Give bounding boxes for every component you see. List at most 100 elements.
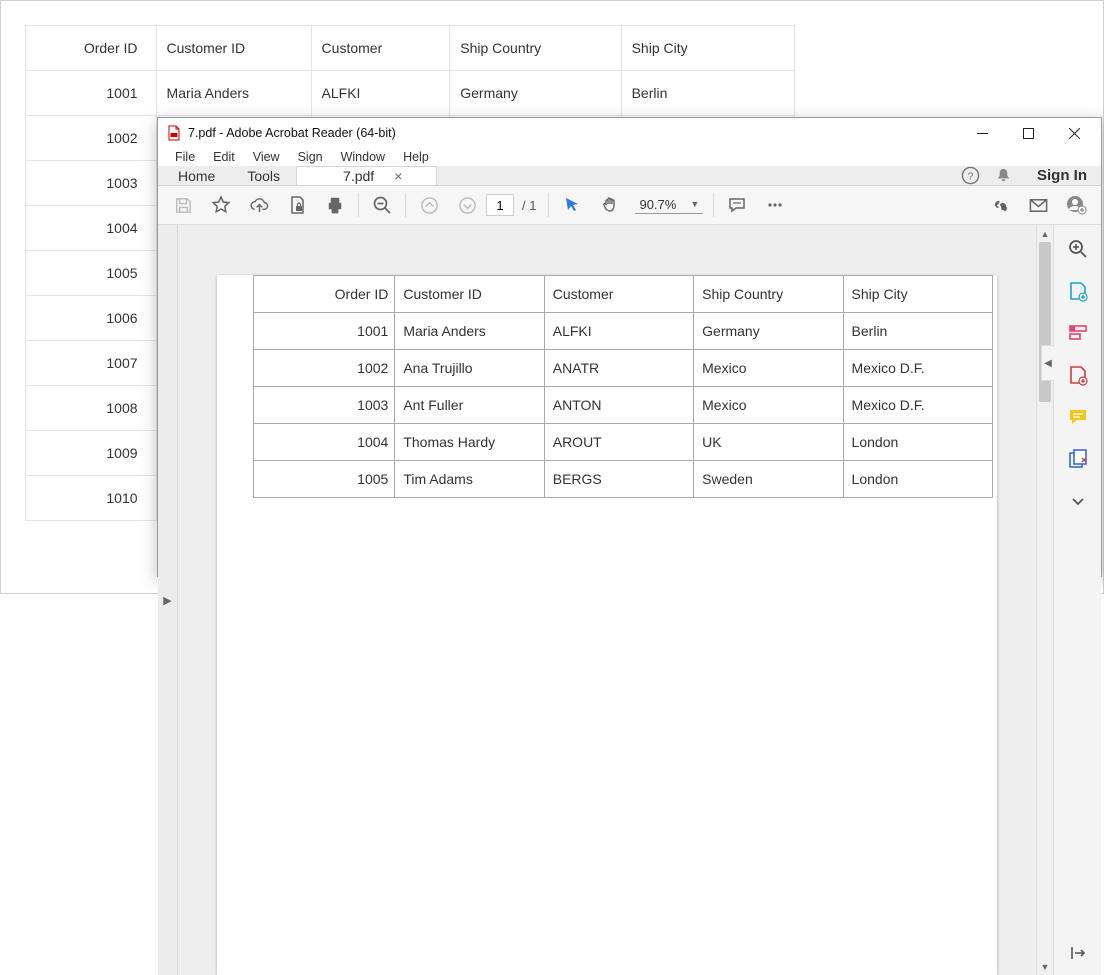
- svg-text:?: ?: [968, 171, 974, 182]
- close-button[interactable]: [1051, 118, 1097, 148]
- pdf-data-table: Order ID Customer ID Customer Ship Count…: [253, 275, 993, 498]
- tab-tools[interactable]: Tools: [231, 166, 296, 185]
- cell: Sweden: [694, 461, 843, 498]
- cell: London: [843, 424, 992, 461]
- cell: 1003: [254, 387, 395, 424]
- cell: Thomas Hardy: [395, 424, 544, 461]
- page-total-label: / 1: [514, 198, 544, 213]
- select-tool-icon[interactable]: [553, 186, 591, 224]
- table-row: 1001Maria AndersALFKIGermanyBerlin: [254, 313, 993, 350]
- comment-icon[interactable]: [718, 186, 756, 224]
- cell: 1007: [26, 341, 157, 386]
- cell: Tim Adams: [395, 461, 544, 498]
- pdf-page: Order ID Customer ID Customer Ship Count…: [217, 275, 997, 975]
- more-tools-icon[interactable]: [756, 186, 794, 224]
- titlebar: 7.pdf - Adobe Acrobat Reader (64-bit): [158, 118, 1101, 148]
- nav-pane-toggle[interactable]: ▶: [158, 225, 178, 975]
- cell: 1005: [254, 461, 395, 498]
- col-order-id: Order ID: [26, 26, 157, 71]
- cell: Berlin: [843, 313, 992, 350]
- cell: Mexico D.F.: [843, 350, 992, 387]
- vertical-scrollbar[interactable]: ▲ ▼: [1036, 225, 1053, 975]
- star-icon[interactable]: [202, 186, 240, 224]
- col-customer-id: Customer ID: [156, 26, 311, 71]
- hand-tool-icon[interactable]: [591, 186, 629, 224]
- right-tools-rail: ◀: [1053, 225, 1101, 975]
- document-area: ▶ Order ID Customer ID Customer Ship Cou…: [158, 225, 1101, 975]
- bell-icon[interactable]: [994, 166, 1013, 185]
- pdf-col-customer-id: Customer ID: [395, 276, 544, 313]
- menu-view[interactable]: View: [244, 148, 289, 166]
- cell: ANTON: [544, 387, 693, 424]
- rail-collapse-toggle[interactable]: ◀: [1041, 345, 1054, 381]
- search-zoom-icon[interactable]: [1064, 235, 1092, 263]
- save-icon[interactable]: [164, 186, 202, 224]
- pdf-col-ship-city: Ship City: [843, 276, 992, 313]
- pdf-col-customer: Customer: [544, 276, 693, 313]
- cell: UK: [694, 424, 843, 461]
- cell: 1002: [254, 350, 395, 387]
- col-customer: Customer: [311, 26, 450, 71]
- maximize-button[interactable]: [1005, 118, 1051, 148]
- tab-document[interactable]: 7.pdf ×: [296, 166, 437, 185]
- chevron-down-icon[interactable]: [1064, 487, 1092, 515]
- table-row: 1002Ana TrujilloANATRMexicoMexico D.F.: [254, 350, 993, 387]
- cell: Maria Anders: [156, 71, 311, 116]
- scroll-down-icon[interactable]: ▼: [1037, 958, 1053, 975]
- page-number-input[interactable]: [486, 194, 514, 216]
- help-icon[interactable]: ?: [961, 166, 980, 185]
- cell: Ant Fuller: [395, 387, 544, 424]
- cell: 1009: [26, 431, 157, 476]
- email-icon[interactable]: [1019, 186, 1057, 224]
- bg-grid-header-row: Order ID Customer ID Customer Ship Count…: [26, 26, 795, 71]
- cell: ALFKI: [311, 71, 450, 116]
- cell: 1001: [26, 71, 157, 116]
- cell: Mexico: [694, 387, 843, 424]
- menu-sign[interactable]: Sign: [289, 148, 332, 166]
- cell: 1003: [26, 161, 157, 206]
- table-row[interactable]: 1001Maria AndersALFKIGermanyBerlin: [26, 71, 795, 116]
- collapse-rail-icon[interactable]: [1064, 939, 1092, 967]
- cell: 1002: [26, 116, 157, 161]
- menu-file[interactable]: File: [166, 148, 204, 166]
- create-pdf-icon[interactable]: [1064, 277, 1092, 305]
- edit-pdf-icon[interactable]: [1064, 319, 1092, 347]
- comment-tool-icon[interactable]: [1064, 403, 1092, 431]
- cell: Ana Trujillo: [395, 350, 544, 387]
- zoom-dropdown[interactable]: 90.7% ▼: [635, 197, 703, 214]
- table-row: 1004Thomas HardyAROUTUKLondon: [254, 424, 993, 461]
- cell: AROUT: [544, 424, 693, 461]
- cell: BERGS: [544, 461, 693, 498]
- menu-window[interactable]: Window: [332, 148, 394, 166]
- prev-page-icon[interactable]: [410, 186, 448, 224]
- print-icon[interactable]: [316, 186, 354, 224]
- pdf-table-header-row: Order ID Customer ID Customer Ship Count…: [254, 276, 993, 313]
- cell: ANATR: [544, 350, 693, 387]
- zoom-out-icon[interactable]: [363, 186, 401, 224]
- col-ship-country: Ship Country: [450, 26, 621, 71]
- tab-document-label: 7.pdf: [343, 168, 374, 184]
- sign-in-link[interactable]: Sign In: [1023, 166, 1101, 185]
- close-tab-button[interactable]: ×: [394, 168, 402, 184]
- next-page-icon[interactable]: [448, 186, 486, 224]
- profile-icon[interactable]: [1057, 186, 1095, 224]
- pdf-app-icon: [166, 125, 182, 141]
- tab-row: Home Tools 7.pdf × ? Sign In: [158, 166, 1101, 186]
- tab-home[interactable]: Home: [162, 166, 231, 185]
- cell: 1005: [26, 251, 157, 296]
- cell: Mexico: [694, 350, 843, 387]
- export-pdf-icon[interactable]: [1064, 361, 1092, 389]
- scroll-up-icon[interactable]: ▲: [1037, 225, 1053, 242]
- menubar: File Edit View Sign Window Help: [158, 148, 1101, 166]
- menu-help[interactable]: Help: [394, 148, 438, 166]
- document-viewport[interactable]: Order ID Customer ID Customer Ship Count…: [178, 225, 1036, 975]
- col-ship-city: Ship City: [621, 26, 794, 71]
- lock-document-icon[interactable]: [278, 186, 316, 224]
- cell: 1004: [254, 424, 395, 461]
- table-row: 1003Ant FullerANTONMexicoMexico D.F.: [254, 387, 993, 424]
- cloud-upload-icon[interactable]: [240, 186, 278, 224]
- minimize-button[interactable]: [959, 118, 1005, 148]
- organize-pages-icon[interactable]: [1064, 445, 1092, 473]
- link-cloud-icon[interactable]: [981, 186, 1019, 224]
- menu-edit[interactable]: Edit: [204, 148, 244, 166]
